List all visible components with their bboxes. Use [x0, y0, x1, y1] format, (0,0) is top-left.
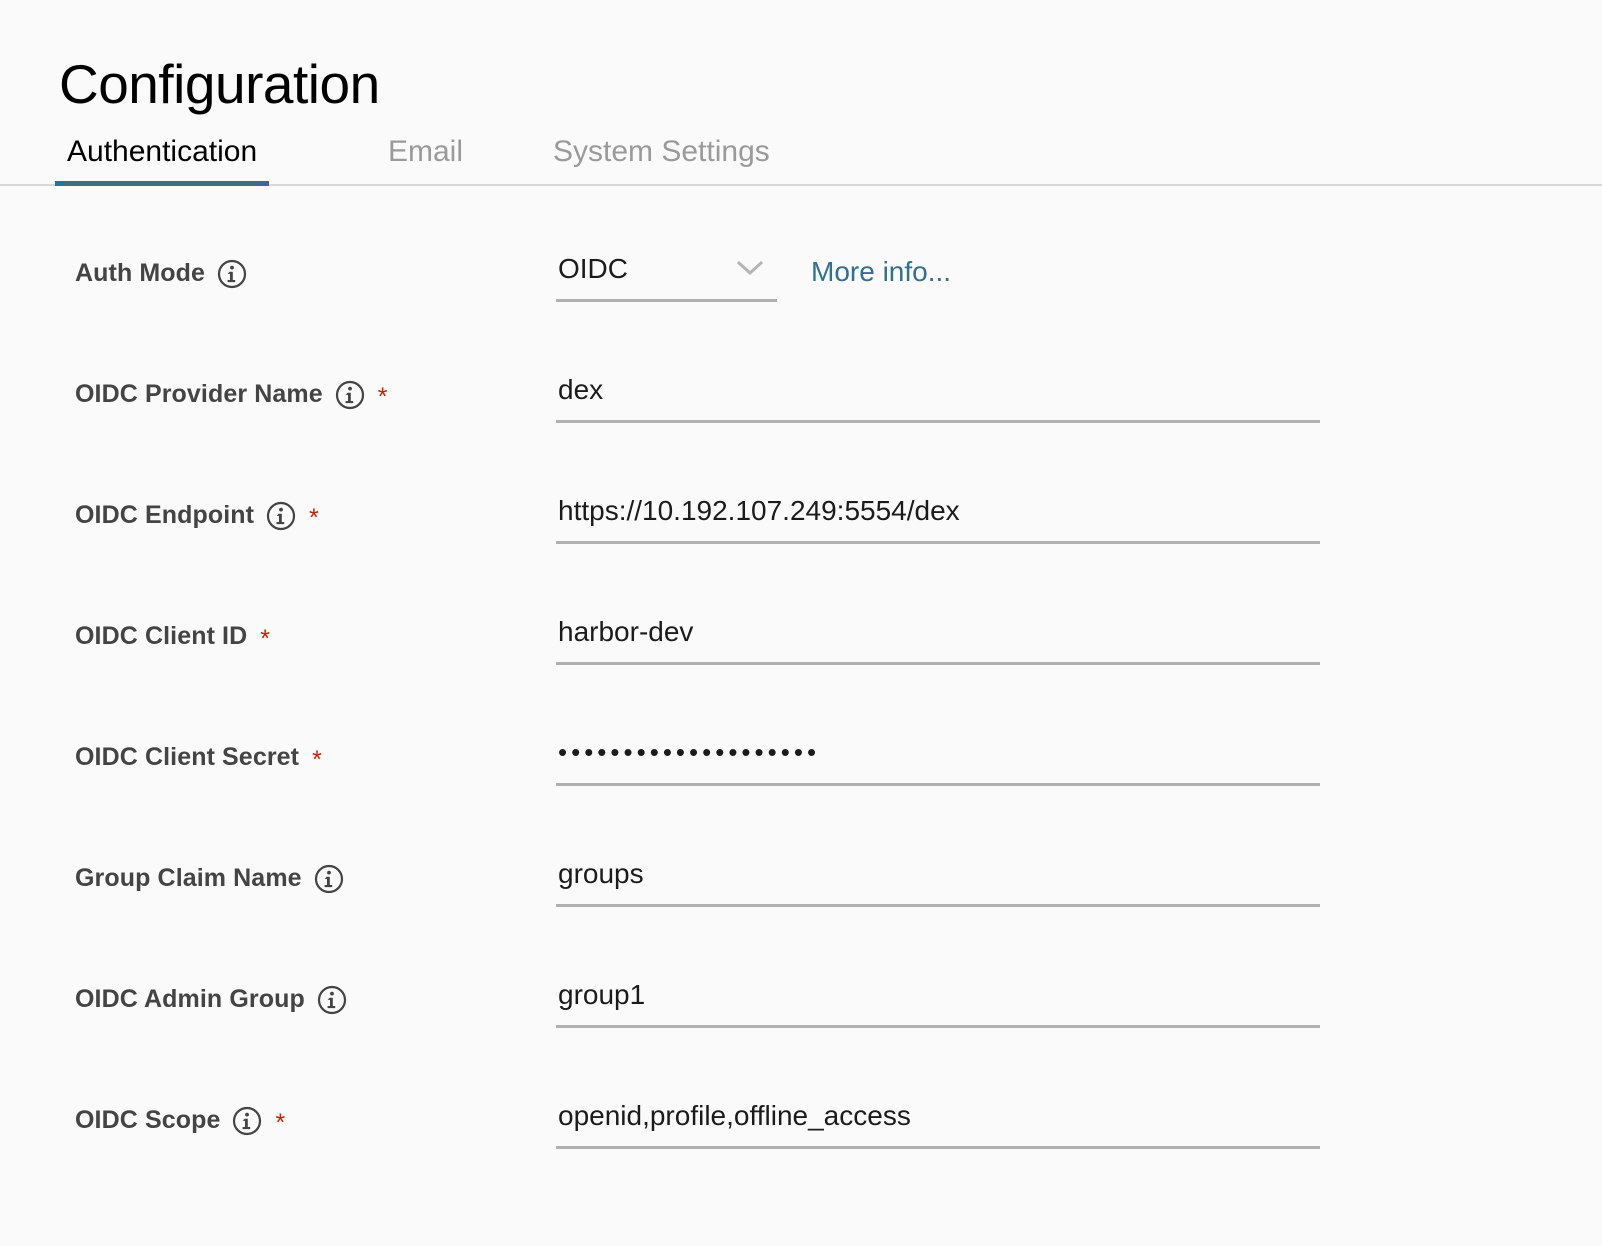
more-info-link[interactable]: More info...	[811, 256, 951, 288]
oidc-admin-group-input[interactable]	[556, 970, 1320, 1028]
control-auth-mode: OIDC	[556, 244, 777, 302]
form-row-auth-mode: Auth Mode OIDC More info...	[0, 232, 1602, 353]
oidc-client-secret-input[interactable]	[556, 728, 1320, 786]
label-oidc-admin-group: OIDC Admin Group	[75, 982, 347, 1016]
authentication-form: Auth Mode OIDC More info...	[0, 232, 1602, 1200]
control-oidc-client-id	[556, 607, 1320, 665]
required-asterisk: *	[260, 627, 270, 652]
tab-authentication[interactable]: Authentication	[67, 118, 257, 186]
tab-bar: Authentication Email System Settings	[0, 118, 1602, 188]
info-circle-icon[interactable]	[232, 1106, 262, 1136]
info-circle-icon[interactable]	[335, 380, 365, 410]
label-text: OIDC Provider Name	[75, 380, 323, 409]
oidc-client-id-input[interactable]	[556, 607, 1320, 665]
group-claim-name-input[interactable]	[556, 849, 1320, 907]
control-group-claim-name	[556, 849, 1320, 907]
auth-mode-select[interactable]: OIDC	[556, 244, 777, 302]
control-oidc-client-secret	[556, 728, 1320, 786]
auth-mode-selected-value: OIDC	[556, 244, 777, 294]
label-text: Auth Mode	[75, 259, 205, 288]
control-oidc-admin-group	[556, 970, 1320, 1028]
form-row-oidc-client-id: OIDC Client ID *	[0, 595, 1602, 716]
oidc-scope-input[interactable]	[556, 1091, 1320, 1149]
form-row-oidc-admin-group: OIDC Admin Group	[0, 958, 1602, 1079]
info-circle-icon[interactable]	[314, 864, 344, 894]
label-text: OIDC Endpoint	[75, 501, 254, 530]
label-oidc-endpoint: OIDC Endpoint *	[75, 498, 319, 532]
form-row-oidc-provider-name: OIDC Provider Name *	[0, 353, 1602, 474]
label-text: OIDC Client ID	[75, 622, 247, 651]
oidc-provider-name-input[interactable]	[556, 365, 1320, 423]
required-asterisk: *	[275, 1111, 285, 1136]
label-oidc-provider-name: OIDC Provider Name *	[75, 377, 387, 411]
form-row-oidc-scope: OIDC Scope *	[0, 1079, 1602, 1200]
info-circle-icon[interactable]	[317, 985, 347, 1015]
label-oidc-client-secret: OIDC Client Secret *	[75, 740, 322, 774]
label-text: Group Claim Name	[75, 864, 302, 893]
required-asterisk: *	[309, 506, 319, 531]
oidc-endpoint-input[interactable]	[556, 486, 1320, 544]
label-oidc-client-id: OIDC Client ID *	[75, 619, 270, 653]
form-row-group-claim-name: Group Claim Name	[0, 837, 1602, 958]
info-circle-icon[interactable]	[266, 501, 296, 531]
control-oidc-provider-name	[556, 365, 1320, 423]
tab-system-settings[interactable]: System Settings	[553, 118, 770, 186]
label-text: OIDC Scope	[75, 1106, 220, 1135]
label-auth-mode: Auth Mode	[75, 256, 247, 290]
label-group-claim-name: Group Claim Name	[75, 861, 344, 895]
info-circle-icon[interactable]	[217, 259, 247, 289]
page-title: Configuration	[59, 54, 380, 115]
form-row-oidc-endpoint: OIDC Endpoint *	[0, 474, 1602, 595]
control-oidc-scope	[556, 1091, 1320, 1149]
control-oidc-endpoint	[556, 486, 1320, 544]
label-text: OIDC Client Secret	[75, 743, 299, 772]
required-asterisk: *	[378, 385, 388, 410]
form-row-oidc-client-secret: OIDC Client Secret *	[0, 716, 1602, 837]
tab-email[interactable]: Email	[388, 118, 463, 186]
required-asterisk: *	[312, 748, 322, 773]
label-text: OIDC Admin Group	[75, 985, 305, 1014]
label-oidc-scope: OIDC Scope *	[75, 1103, 285, 1137]
